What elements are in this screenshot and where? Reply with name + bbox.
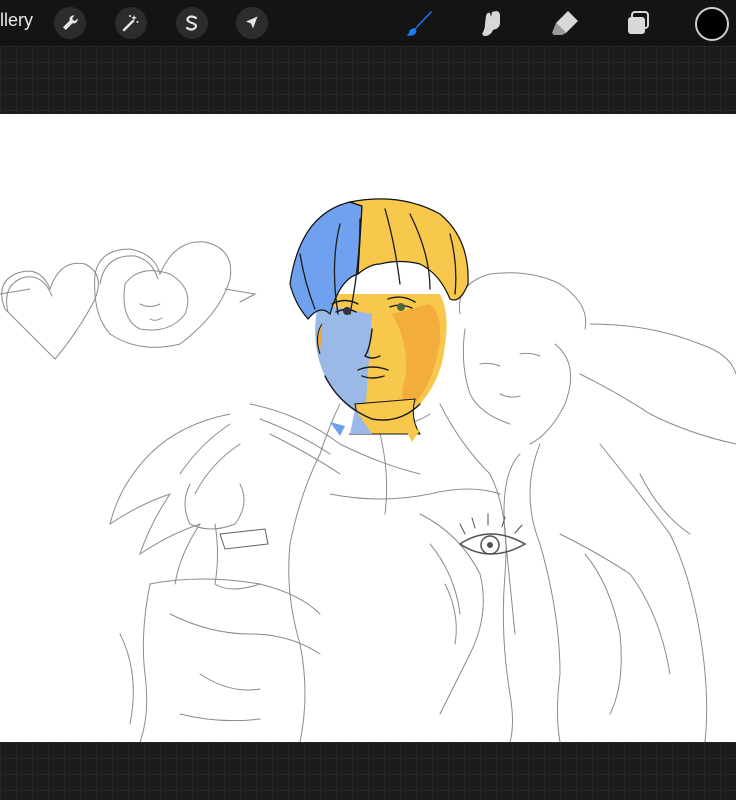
- adjustments-button[interactable]: [115, 7, 147, 39]
- workspace-grid-top: [0, 46, 736, 114]
- top-toolbar: llery: [0, 0, 736, 46]
- drawing-canvas[interactable]: [0, 114, 736, 742]
- selection-button[interactable]: [176, 7, 208, 39]
- gallery-button[interactable]: llery: [0, 10, 33, 31]
- layers-icon: [628, 11, 649, 34]
- color-picker-button[interactable]: [695, 7, 729, 41]
- workspace-grid-bottom: [0, 742, 736, 800]
- eraser-icon: [552, 11, 578, 35]
- brush-icon: [406, 11, 432, 36]
- move-arrow-icon: [246, 16, 258, 29]
- eraser-button[interactable]: [548, 6, 582, 40]
- smudge-icon: [482, 11, 500, 36]
- actions-button[interactable]: [54, 7, 86, 39]
- artwork: [0, 198, 736, 742]
- brush-button[interactable]: [402, 6, 436, 40]
- layers-button[interactable]: [621, 6, 655, 40]
- magic-wand-icon: [122, 15, 139, 32]
- transform-button[interactable]: [236, 7, 268, 39]
- smudge-button[interactable]: [474, 6, 508, 40]
- selection-s-icon: [185, 15, 198, 31]
- wrench-icon: [63, 15, 78, 30]
